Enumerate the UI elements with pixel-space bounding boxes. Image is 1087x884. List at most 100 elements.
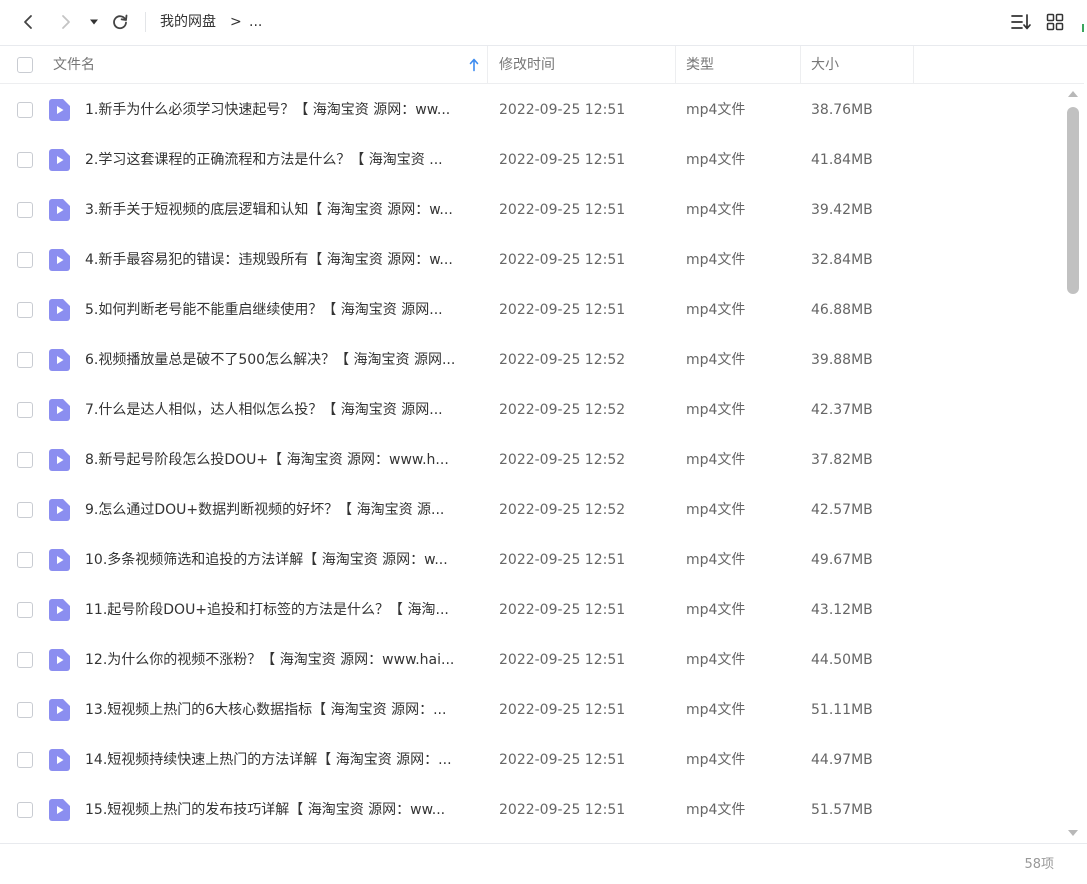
checkbox-box[interactable] <box>17 57 33 73</box>
file-modified-time: 2022-09-25 12:52 <box>499 352 626 368</box>
video-file-icon <box>49 149 70 171</box>
refresh-button[interactable] <box>108 9 132 35</box>
file-row[interactable]: 15.短视频上热门的发布技巧详解【 海淘宝资 源网：ww... 2022-09-2… <box>0 785 1062 835</box>
row-checkbox[interactable] <box>17 452 33 468</box>
row-checkbox[interactable] <box>17 202 33 218</box>
sort-button[interactable] <box>1008 9 1034 35</box>
file-name[interactable]: 5.如何判断老号能不能重启继续使用？【 海淘宝资 源网... <box>85 285 480 335</box>
file-size: 41.84MB <box>811 152 873 168</box>
file-row[interactable]: 14.短视频持续快速上热门的方法详解【 海淘宝资 源网：... 2022-09-2… <box>0 735 1062 785</box>
checkbox-box[interactable] <box>17 802 33 818</box>
checkbox-box[interactable] <box>17 652 33 668</box>
forward-button[interactable] <box>54 9 78 35</box>
scroll-up-arrow-icon[interactable] <box>1068 91 1078 97</box>
row-checkbox[interactable] <box>17 602 33 618</box>
checkbox-box[interactable] <box>17 352 33 368</box>
file-row[interactable]: 4.新手最容易犯的错误：违规毁所有【 海淘宝资 源网：w... 2022-09-2… <box>0 235 1062 285</box>
row-checkbox[interactable] <box>17 352 33 368</box>
chevron-left-icon <box>24 15 32 29</box>
row-checkbox[interactable] <box>17 502 33 518</box>
file-name[interactable]: 13.短视频上热门的6大核心数据指标【 海淘宝资 源网：... <box>85 685 480 735</box>
file-row[interactable]: 5.如何判断老号能不能重启继续使用？【 海淘宝资 源网... 2022-09-25… <box>0 285 1062 335</box>
file-row[interactable]: 8.新号起号阶段怎么投DOU+【 海淘宝资 源网：www.h... 2022-09… <box>0 435 1062 485</box>
file-modified-time: 2022-09-25 12:51 <box>499 552 626 568</box>
row-checkbox[interactable] <box>17 152 33 168</box>
checkbox-box[interactable] <box>17 752 33 768</box>
refresh-icon <box>113 14 128 30</box>
back-button[interactable] <box>16 9 40 35</box>
file-row[interactable]: 11.起号阶段DOU+追投和打标签的方法是什么？【 海淘... 2022-09-2… <box>0 585 1062 635</box>
checkbox-box[interactable] <box>17 102 33 118</box>
vertical-scrollbar[interactable] <box>1064 85 1082 843</box>
checkbox-box[interactable] <box>17 602 33 618</box>
column-header-modified-label: 修改时间 <box>499 57 555 73</box>
file-name[interactable]: 10.多条视频筛选和追投的方法详解【 海淘宝资 源网：w... <box>85 535 480 585</box>
row-checkbox[interactable] <box>17 702 33 718</box>
file-name[interactable]: 11.起号阶段DOU+追投和打标签的方法是什么？【 海淘... <box>85 585 480 635</box>
video-file-icon <box>49 649 70 671</box>
row-checkbox[interactable] <box>17 402 33 418</box>
file-name[interactable]: 12.为什么你的视频不涨粉？【 海淘宝资 源网：www.hai... <box>85 635 480 685</box>
file-name[interactable]: 8.新号起号阶段怎么投DOU+【 海淘宝资 源网：www.h... <box>85 435 480 485</box>
file-row[interactable]: 10.多条视频筛选和追投的方法详解【 海淘宝资 源网：w... 2022-09-2… <box>0 535 1062 585</box>
file-row[interactable]: 12.为什么你的视频不涨粉？【 海淘宝资 源网：www.hai... 2022-0… <box>0 635 1062 685</box>
checkbox-box[interactable] <box>17 552 33 568</box>
checkbox-box[interactable] <box>17 702 33 718</box>
file-row[interactable]: 1.新手为什么必须学习快速起号？【 海淘宝资 源网：ww... 2022-09-2… <box>0 85 1062 135</box>
video-file-icon <box>49 599 70 621</box>
file-row[interactable]: 9.怎么通过DOU+数据判断视频的好坏？【 海淘宝资 源... 2022-09-2… <box>0 485 1062 535</box>
checkbox-box[interactable] <box>17 302 33 318</box>
file-name[interactable]: 14.短视频持续快速上热门的方法详解【 海淘宝资 源网：... <box>85 735 480 785</box>
file-row[interactable]: 7.什么是达人相似，达人相似怎么投？【 海淘宝资 源网... 2022-09-25… <box>0 385 1062 435</box>
breadcrumb-more[interactable]: ... <box>249 12 262 32</box>
file-list: 1.新手为什么必须学习快速起号？【 海淘宝资 源网：ww... 2022-09-2… <box>0 85 1062 843</box>
file-row[interactable]: 2.学习这套课程的正确流程和方法是什么？【 海淘宝资 ... 2022-09-25… <box>0 135 1062 185</box>
column-header-name[interactable]: 文件名 <box>41 46 488 84</box>
column-header-modified[interactable]: 修改时间 <box>488 46 676 84</box>
column-header-size[interactable]: 大小 <box>801 46 914 84</box>
file-size: 38.76MB <box>811 102 873 118</box>
file-modified-time: 2022-09-25 12:51 <box>499 202 626 218</box>
checkbox-box[interactable] <box>17 152 33 168</box>
breadcrumb-separator: > <box>230 14 242 30</box>
row-checkbox[interactable] <box>17 252 33 268</box>
file-type: mp4文件 <box>686 202 746 218</box>
file-name[interactable]: 6.视频播放量总是破不了500怎么解决？【 海淘宝资 源网... <box>85 335 480 385</box>
row-checkbox[interactable] <box>17 102 33 118</box>
file-modified-time: 2022-09-25 12:52 <box>499 452 626 468</box>
column-header-type[interactable]: 类型 <box>676 46 801 84</box>
grid-view-button[interactable] <box>1043 9 1067 35</box>
row-checkbox[interactable] <box>17 302 33 318</box>
column-header-type-label: 类型 <box>686 57 714 73</box>
checkbox-box[interactable] <box>17 502 33 518</box>
file-name[interactable]: 9.怎么通过DOU+数据判断视频的好坏？【 海淘宝资 源... <box>85 485 480 535</box>
checkbox-box[interactable] <box>17 252 33 268</box>
file-row[interactable]: 3.新手关于短视频的底层逻辑和认知【 海淘宝资 源网：w... 2022-09-2… <box>0 185 1062 235</box>
file-name[interactable]: 4.新手最容易犯的错误：违规毁所有【 海淘宝资 源网：w... <box>85 235 480 285</box>
file-name[interactable]: 1.新手为什么必须学习快速起号？【 海淘宝资 源网：ww... <box>85 85 480 135</box>
history-dropdown-button[interactable] <box>84 9 104 35</box>
video-file-icon <box>49 99 70 121</box>
checkbox-box[interactable] <box>17 202 33 218</box>
file-name[interactable]: 15.短视频上热门的发布技巧详解【 海淘宝资 源网：ww... <box>85 785 480 835</box>
file-name[interactable]: 2.学习这套课程的正确流程和方法是什么？【 海淘宝资 ... <box>85 135 480 185</box>
file-name[interactable]: 3.新手关于短视频的底层逻辑和认知【 海淘宝资 源网：w... <box>85 185 480 235</box>
select-all-checkbox[interactable] <box>17 57 33 73</box>
scroll-down-arrow-icon[interactable] <box>1068 830 1078 836</box>
row-checkbox[interactable] <box>17 552 33 568</box>
file-row[interactable]: 13.短视频上热门的6大核心数据指标【 海淘宝资 源网：... 2022-09-2… <box>0 685 1062 735</box>
checkbox-box[interactable] <box>17 452 33 468</box>
column-header-size-label: 大小 <box>811 57 839 73</box>
row-checkbox[interactable] <box>17 652 33 668</box>
file-name[interactable]: 7.什么是达人相似，达人相似怎么投？【 海淘宝资 源网... <box>85 385 480 435</box>
file-type: mp4文件 <box>686 402 746 418</box>
scrollbar-thumb[interactable] <box>1067 107 1079 294</box>
video-file-icon <box>49 799 70 821</box>
row-checkbox[interactable] <box>17 752 33 768</box>
breadcrumb-root[interactable]: 我的网盘 <box>160 12 216 32</box>
row-checkbox[interactable] <box>17 802 33 818</box>
checkbox-box[interactable] <box>17 402 33 418</box>
file-size: 51.11MB <box>811 702 873 718</box>
file-row[interactable]: 6.视频播放量总是破不了500怎么解决？【 海淘宝资 源网... 2022-09-… <box>0 335 1062 385</box>
video-file-icon <box>49 549 70 571</box>
